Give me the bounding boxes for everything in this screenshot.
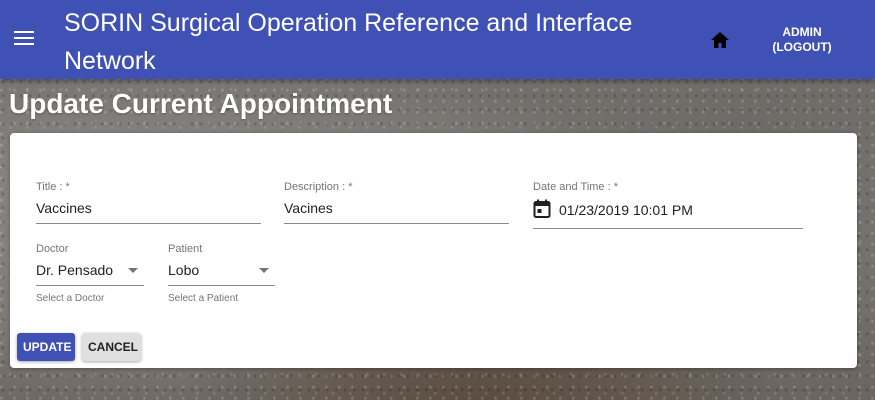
- datetime-input[interactable]: 01/23/2019 10:01 PM: [533, 194, 803, 229]
- calendar-icon[interactable]: [533, 199, 551, 222]
- title-field[interactable]: Title : * Vaccines: [36, 181, 261, 224]
- datetime-value: 01/23/2019 10:01 PM: [559, 202, 693, 218]
- update-button[interactable]: UPDATE: [17, 333, 75, 361]
- doctor-label: Doctor: [36, 243, 69, 255]
- patient-label: Patient: [168, 243, 203, 255]
- cancel-button[interactable]: CANCEL: [82, 333, 141, 361]
- datetime-label: Date and Time : *: [533, 181, 618, 193]
- doctor-helper-text: Select a Doctor: [36, 293, 105, 304]
- chevron-down-icon[interactable]: [128, 268, 138, 273]
- admin-logout-button[interactable]: ADMIN (LOGOUT): [762, 25, 842, 55]
- home-icon[interactable]: [710, 31, 730, 49]
- description-field[interactable]: Description : * Vacines: [284, 181, 509, 224]
- title-label: Title : *: [36, 181, 70, 193]
- patient-dropdown[interactable]: Lobo: [168, 256, 275, 286]
- patient-helper-text: Select a Patient: [168, 293, 239, 304]
- appointment-form-card: Title : * Vaccines Description : * Vacin…: [10, 133, 857, 368]
- doctor-dropdown[interactable]: Dr. Pensado: [36, 256, 144, 286]
- menu-icon[interactable]: [14, 31, 34, 47]
- app-title: SORIN Surgical Operation Reference and I…: [64, 9, 633, 75]
- doctor-value: Dr. Pensado: [36, 262, 114, 278]
- patient-select[interactable]: Patient Lobo Select a Patient: [168, 243, 275, 304]
- title-input[interactable]: Vaccines: [36, 194, 261, 224]
- datetime-field[interactable]: Date and Time : * 01/23/2019 10:01 PM: [533, 181, 803, 229]
- description-label: Description : *: [284, 181, 353, 193]
- admin-label: ADMIN: [782, 25, 822, 39]
- chevron-down-icon[interactable]: [259, 268, 269, 273]
- app-bar: SORIN Surgical Operation Reference and I…: [0, 0, 875, 79]
- doctor-select[interactable]: Doctor Dr. Pensado Select a Doctor: [36, 243, 144, 304]
- description-input[interactable]: Vacines: [284, 194, 509, 224]
- logout-label: (LOGOUT): [772, 40, 832, 54]
- patient-value: Lobo: [168, 262, 200, 278]
- page-title: Update Current Appointment: [9, 88, 393, 119]
